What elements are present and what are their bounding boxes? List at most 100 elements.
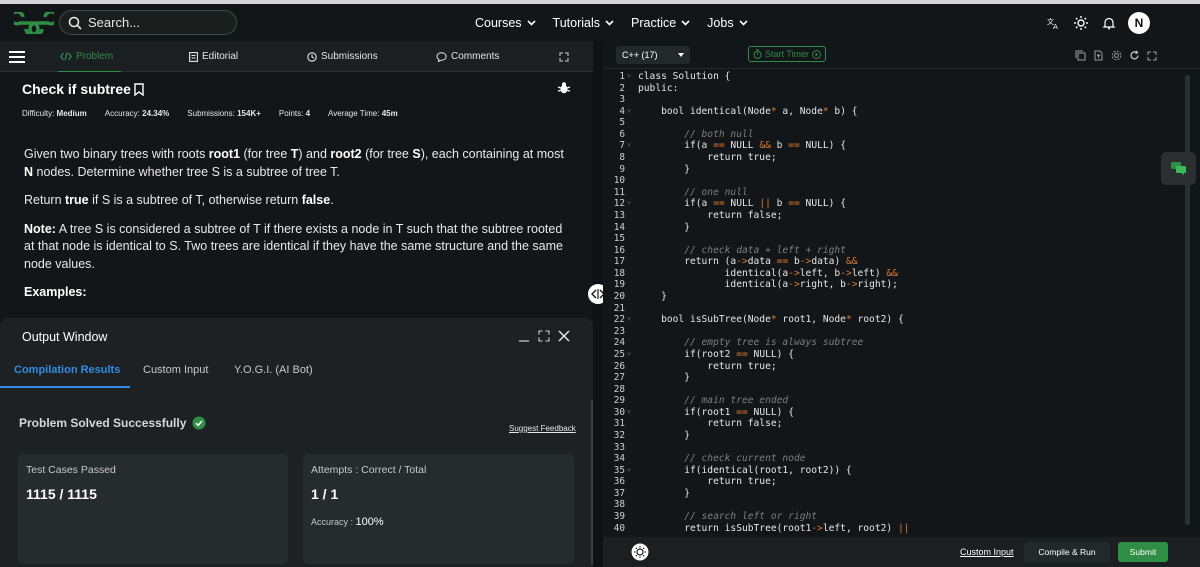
problem-description: Given two binary trees with roots root1 … bbox=[24, 146, 576, 313]
code-text: public: bbox=[638, 82, 679, 94]
line-number: 33 bbox=[613, 441, 625, 453]
tab-editorial[interactable]: Editorial bbox=[189, 41, 238, 72]
menu-icon[interactable] bbox=[9, 41, 29, 72]
line-number: 36 bbox=[613, 476, 625, 488]
line-number: 31 bbox=[613, 418, 625, 430]
tab-custom-input[interactable]: Custom Input bbox=[143, 364, 208, 376]
code-text: return true; bbox=[638, 152, 777, 164]
text-segment: if S is a subtree of T, otherwise return bbox=[88, 193, 302, 207]
code-editor[interactable]: 1 ˅ class Solution {2 public: 3 4 ˅ bool ident… bbox=[603, 69, 1200, 537]
difficulty-info: Difficulty: Medium bbox=[22, 109, 87, 118]
gfg-logo-icon[interactable] bbox=[14, 12, 54, 34]
test-cases-card: Test Cases Passed 1115 / 1115 bbox=[18, 454, 288, 564]
tab-compilation-results[interactable]: Compilation Results bbox=[14, 364, 120, 376]
submit-button[interactable]: Submit bbox=[1118, 542, 1168, 562]
fold-chevron-icon[interactable]: ˅ bbox=[627, 465, 631, 477]
expand-icon[interactable] bbox=[538, 329, 550, 347]
code-text: // check data + left + right bbox=[638, 244, 846, 256]
submissions-label: Submissions: bbox=[187, 109, 235, 118]
line-number: 32 bbox=[613, 429, 625, 441]
bookmark-icon[interactable] bbox=[134, 82, 144, 96]
line-number: 7 bbox=[619, 140, 625, 152]
average-time-value: 45m bbox=[381, 109, 398, 118]
tab-problem-label: Problem bbox=[76, 51, 114, 62]
suggest-feedback-link[interactable]: Suggest Feedback bbox=[509, 424, 576, 433]
caret-down-icon bbox=[678, 53, 684, 57]
code-text: bool identical(Node* a, Node* b) { bbox=[638, 105, 858, 117]
expand-icon[interactable] bbox=[559, 41, 573, 72]
examples-label: Examples: bbox=[24, 285, 87, 299]
reset-icon[interactable] bbox=[1129, 48, 1140, 66]
fold-chevron-icon[interactable]: ˅ bbox=[627, 140, 631, 152]
test-cases-label: Test Cases Passed bbox=[26, 464, 116, 476]
line-number: 8 bbox=[619, 152, 625, 164]
editor-toolbar: C++ (17) Start Timer bbox=[603, 41, 1200, 69]
fold-chevron-icon[interactable]: ˅ bbox=[627, 349, 631, 361]
nav-practice[interactable]: Practice bbox=[631, 16, 690, 30]
start-timer-button[interactable]: Start Timer bbox=[748, 46, 827, 62]
text-segment: Given two binary trees with roots bbox=[24, 147, 209, 161]
text-segment: Return bbox=[24, 193, 65, 207]
bell-icon[interactable] bbox=[1096, 10, 1122, 36]
bug-report-icon[interactable] bbox=[557, 81, 571, 95]
fold-chevron-icon[interactable]: ˅ bbox=[627, 198, 631, 210]
line-number: 16 bbox=[613, 244, 625, 256]
code-text: // one null bbox=[638, 186, 748, 198]
nav-jobs-label: Jobs bbox=[707, 15, 734, 30]
code-text: } bbox=[638, 429, 690, 441]
minimize-icon[interactable] bbox=[518, 329, 530, 347]
tab-problem[interactable]: Problem bbox=[57, 41, 122, 73]
description-paragraph: Given two binary trees with roots root1 … bbox=[24, 146, 576, 181]
tab-yogi-ai-bot[interactable]: Y.O.G.I. (AI Bot) bbox=[234, 364, 313, 376]
line-number: 21 bbox=[613, 302, 625, 314]
search-icon bbox=[68, 16, 82, 30]
start-timer-label: Start Timer bbox=[765, 49, 810, 59]
file-upload-icon[interactable] bbox=[1093, 48, 1104, 66]
tab-comments-label: Comments bbox=[451, 51, 500, 62]
fold-chevron-icon[interactable]: ˅ bbox=[627, 407, 631, 419]
nav-jobs[interactable]: Jobs bbox=[707, 15, 748, 30]
nav-tutorials[interactable]: Tutorials bbox=[553, 16, 614, 30]
note-paragraph: Note: A tree S is considered a subtree o… bbox=[24, 221, 576, 274]
settings-gear-icon[interactable] bbox=[1111, 48, 1122, 66]
tab-comments[interactable]: Comments bbox=[436, 41, 499, 72]
code-text: class Solution { bbox=[638, 71, 731, 82]
line-number: 2 bbox=[619, 82, 625, 94]
compile-run-button[interactable]: Compile & Run bbox=[1024, 542, 1110, 562]
language-select[interactable]: C++ (17) bbox=[616, 46, 690, 64]
text-segment: A tree S is considered a subtree of T if… bbox=[24, 221, 563, 271]
fold-chevron-icon[interactable]: ˅ bbox=[627, 106, 631, 118]
theme-toggle-icon[interactable] bbox=[631, 543, 649, 561]
accuracy-value: 100% bbox=[355, 516, 384, 528]
line-number: 26 bbox=[613, 360, 625, 372]
chat-icon[interactable] bbox=[1161, 152, 1196, 185]
line-number: 17 bbox=[613, 256, 625, 268]
custom-input-link[interactable]: Custom Input bbox=[960, 547, 1014, 557]
text-segment: ), each containing at most bbox=[420, 147, 564, 161]
bold-segment: root2 bbox=[330, 147, 362, 161]
translate-icon[interactable]: 文A bbox=[1040, 10, 1066, 36]
chevron-down-icon bbox=[605, 19, 614, 26]
panel-divider[interactable] bbox=[593, 41, 603, 567]
search-input[interactable]: Search... bbox=[59, 10, 237, 35]
svg-text:A: A bbox=[1053, 23, 1058, 30]
tab-submissions[interactable]: Submissions bbox=[307, 41, 378, 72]
editor-scrollbar[interactable] bbox=[1185, 75, 1190, 525]
fold-chevron-icon[interactable]: ˅ bbox=[627, 71, 631, 83]
fold-chevron-icon[interactable]: ˅ bbox=[627, 314, 631, 326]
code-text: // both null bbox=[638, 128, 754, 140]
line-number: 9 bbox=[619, 163, 625, 175]
close-icon[interactable] bbox=[558, 329, 570, 347]
copy-icon[interactable] bbox=[1075, 48, 1086, 66]
nav-icons: 文A N bbox=[1040, 4, 1150, 41]
submissions-info: Submissions: 154K+ bbox=[187, 109, 261, 118]
line-number: 6 bbox=[619, 128, 625, 140]
code-text: // main tree ended bbox=[638, 395, 789, 407]
nav-courses[interactable]: Courses bbox=[475, 16, 536, 30]
fullscreen-icon[interactable] bbox=[1147, 48, 1157, 66]
clock-icon bbox=[307, 51, 317, 62]
avatar[interactable]: N bbox=[1128, 11, 1150, 34]
theme-sun-icon[interactable] bbox=[1068, 10, 1094, 36]
difficulty-label: Difficulty: bbox=[22, 109, 55, 118]
problem-title-text: Check if subtree bbox=[22, 81, 131, 97]
